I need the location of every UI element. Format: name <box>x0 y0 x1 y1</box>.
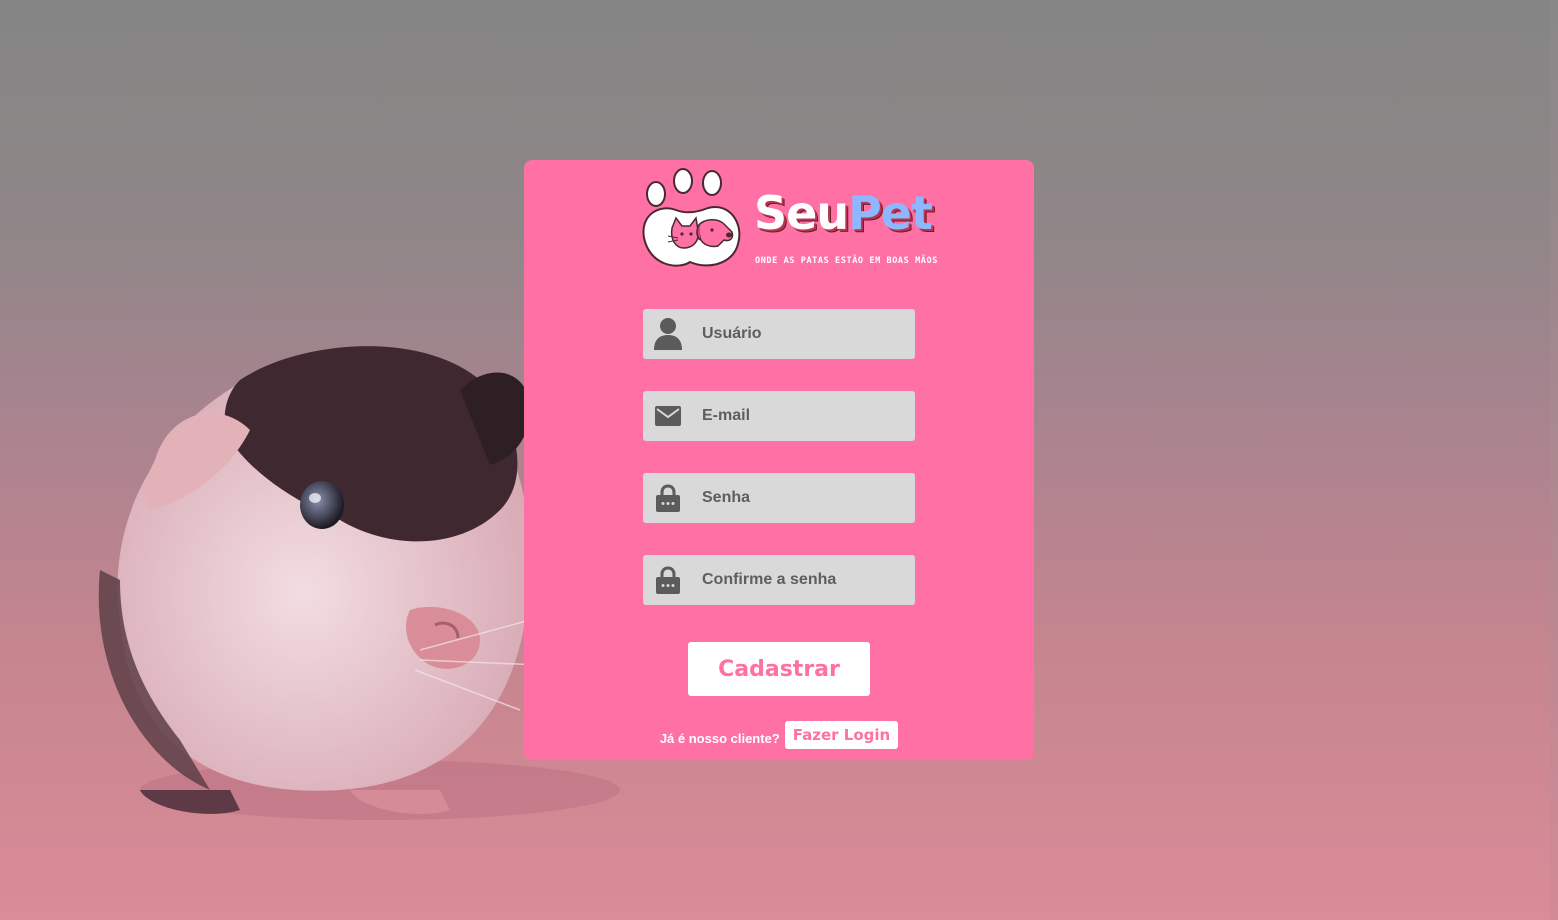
signup-card: SeuPet ONDE AS PATAS ESTÃO EM BOAS MÃOS <box>524 160 1034 760</box>
paw-logo-icon <box>642 168 741 267</box>
email-input[interactable] <box>693 407 912 425</box>
envelope-icon <box>643 391 693 441</box>
window-edge <box>1550 0 1558 920</box>
username-input[interactable] <box>693 325 912 343</box>
lock-icon <box>643 555 693 605</box>
confirm-password-field <box>643 555 915 605</box>
brand-name-pet: Pet <box>848 186 933 240</box>
login-question-text: Já é nosso cliente? <box>659 730 780 746</box>
fazer-login-button[interactable]: Fazer Login <box>784 721 899 749</box>
seupet-logo: SeuPet ONDE AS PATAS ESTÃO EM BOAS MÃOS <box>638 166 937 270</box>
user-icon <box>643 309 693 359</box>
email-field <box>643 391 915 441</box>
lock-icon <box>643 473 693 523</box>
cadastrar-button[interactable]: Cadastrar <box>688 642 870 696</box>
brand-wordmark: SeuPet <box>754 190 933 236</box>
password-field <box>643 473 915 523</box>
signup-page: SeuPet ONDE AS PATAS ESTÃO EM BOAS MÃOS <box>0 0 1558 920</box>
username-field <box>643 309 915 359</box>
password-input[interactable] <box>693 489 912 507</box>
confirm-password-input[interactable] <box>693 571 912 589</box>
brand-name-seu: Seu <box>754 186 849 240</box>
login-prompt: Já é nosso cliente? Fazer Login <box>524 721 1034 749</box>
brand-tagline: ONDE AS PATAS ESTÃO EM BOAS MÃOS <box>755 256 938 266</box>
